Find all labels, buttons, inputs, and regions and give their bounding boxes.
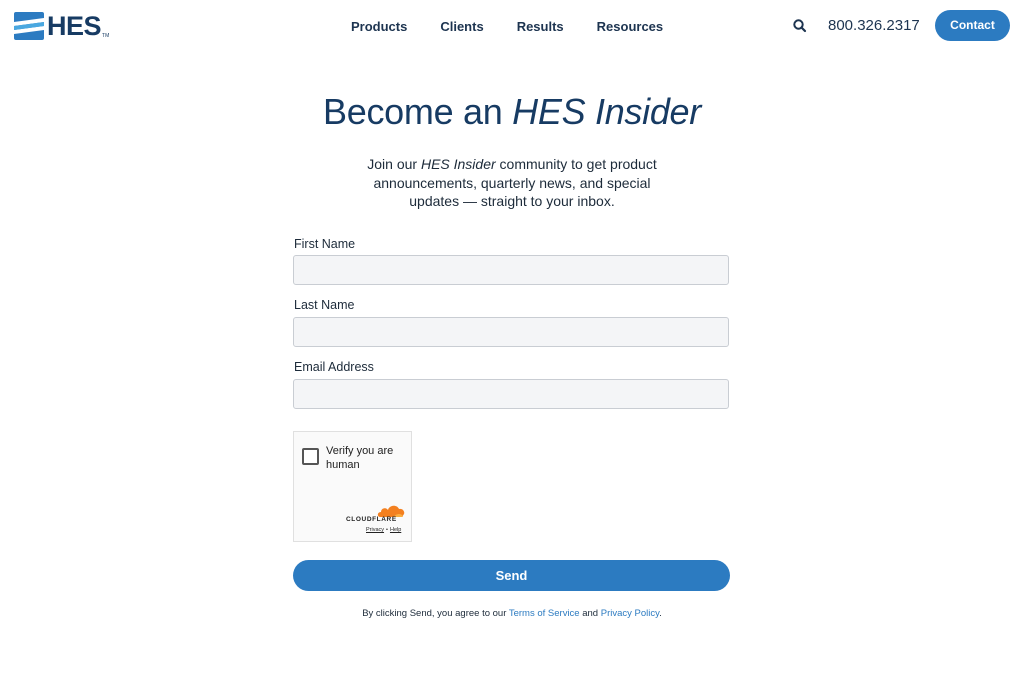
logo-trademark: TM — [102, 33, 110, 39]
captcha-help-link[interactable]: Help — [390, 527, 401, 533]
nav-item-clients[interactable]: Clients — [440, 19, 483, 35]
page-title: Become an HES Insider — [0, 90, 1024, 134]
contact-button[interactable]: Contact — [935, 10, 1010, 41]
logo-text: HES — [47, 11, 102, 41]
hes-logo-icon — [14, 11, 44, 41]
captcha-link-separator: • — [386, 527, 388, 533]
privacy-policy-link[interactable]: Privacy Policy — [601, 608, 659, 619]
hes-logo[interactable]: HES TM — [14, 11, 109, 41]
legal-and: and — [579, 608, 601, 619]
legal-notice: By clicking Send, you agree to our Terms… — [0, 608, 1024, 620]
intro-text: Join our HES Insider community to get pr… — [352, 155, 672, 211]
nav-item-results[interactable]: Results — [517, 19, 564, 35]
intro-prefix: Join our — [367, 156, 421, 172]
email-field[interactable] — [293, 379, 729, 409]
send-button[interactable]: Send — [293, 560, 730, 591]
last-name-field[interactable] — [293, 317, 729, 347]
page-title-prefix: Become an — [323, 91, 513, 132]
captcha-widget: Verify you are human CLOUDFLARE Privacy •… — [293, 431, 412, 542]
first-name-label: First Name — [294, 237, 356, 251]
site-header: HES TM Products Clients Results Resource… — [0, 0, 1024, 56]
legal-suffix: . — [659, 608, 662, 619]
page-title-emphasis: HES Insider — [512, 91, 701, 132]
cloudflare-brand: CLOUDFLARE — [346, 516, 397, 523]
terms-of-service-link[interactable]: Terms of Service — [509, 608, 580, 619]
phone-number-link[interactable]: 800.326.2317 — [828, 17, 920, 35]
captcha-privacy-link[interactable]: Privacy — [366, 527, 384, 533]
captcha-label: Verify you are human — [326, 445, 394, 471]
search-icon[interactable] — [792, 18, 808, 34]
nav-item-products[interactable]: Products — [351, 19, 407, 35]
captcha-links: Privacy • Help — [366, 527, 401, 533]
main-nav: Products Clients Results Resources — [351, 19, 696, 35]
nav-item-resources[interactable]: Resources — [597, 19, 663, 35]
captcha-checkbox[interactable] — [302, 448, 319, 465]
legal-prefix: By clicking Send, you agree to our — [362, 608, 509, 619]
intro-emphasis: HES Insider — [420, 156, 496, 172]
last-name-label: Last Name — [294, 298, 355, 312]
email-label: Email Address — [294, 360, 374, 374]
first-name-field[interactable] — [293, 255, 729, 285]
